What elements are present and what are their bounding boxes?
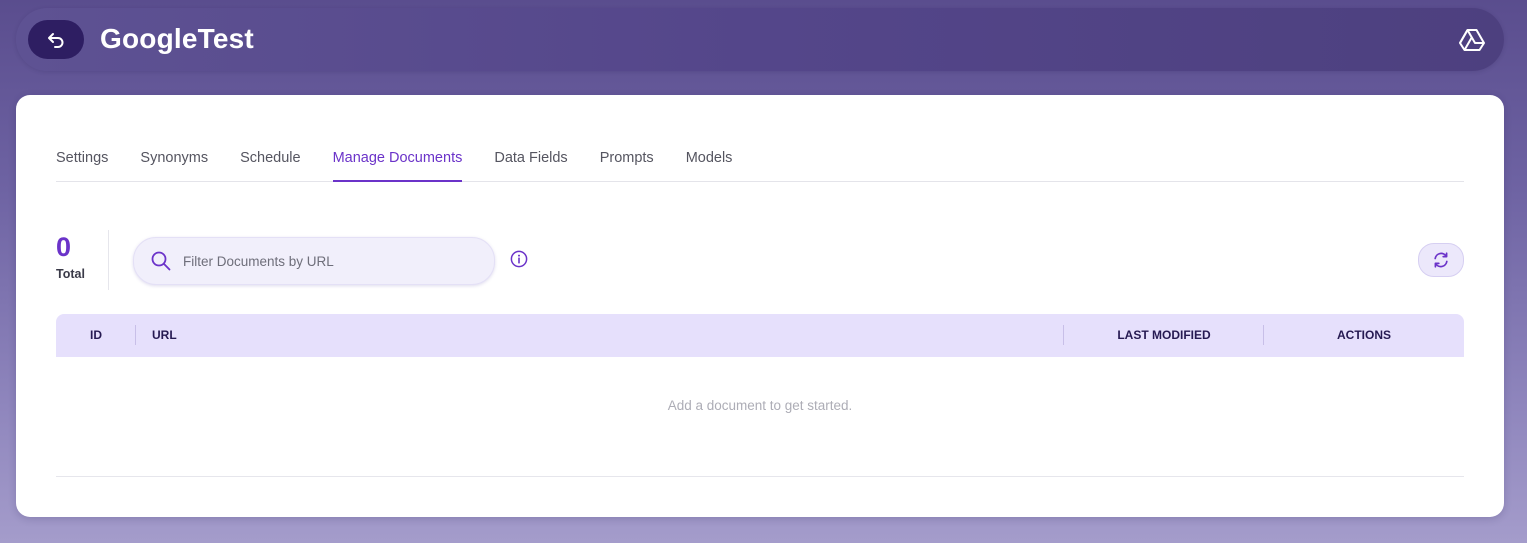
column-divider — [135, 325, 136, 345]
search-icon — [151, 251, 171, 271]
tab-data-fields[interactable]: Data Fields — [494, 139, 567, 180]
column-header-last-modified[interactable]: LAST MODIFIED — [1064, 314, 1264, 357]
tab-synonyms[interactable]: Synonyms — [140, 139, 208, 180]
total-label: Total — [56, 267, 85, 281]
total-count: 0 — [56, 232, 72, 262]
column-header-id[interactable]: ID — [90, 314, 102, 357]
info-icon[interactable] — [510, 250, 528, 268]
column-header-actions: ACTIONS — [1337, 328, 1391, 342]
tab-bar: Settings Synonyms Schedule Manage Docume… — [56, 139, 1464, 182]
google-drive-button[interactable] — [1458, 26, 1486, 54]
arrow-undo-icon — [48, 32, 64, 48]
search-box[interactable] — [133, 237, 495, 285]
table-bottom-divider — [56, 476, 1464, 477]
empty-table-message: Add a document to get started. — [667, 398, 853, 413]
refresh-button[interactable] — [1418, 243, 1464, 277]
column-header-url[interactable]: URL — [152, 314, 177, 357]
tab-manage-documents[interactable]: Manage Documents — [332, 139, 463, 182]
back-button[interactable] — [28, 20, 84, 59]
page-title: GoogleTest — [100, 23, 254, 54]
refresh-icon — [1434, 252, 1448, 268]
tab-schedule[interactable]: Schedule — [240, 139, 300, 180]
main-card: Settings Synonyms Schedule Manage Docume… — [16, 95, 1504, 517]
tab-models[interactable]: Models — [686, 139, 733, 180]
table-header: ID URL LAST MODIFIED ACTIONS — [56, 314, 1464, 357]
tab-prompts[interactable]: Prompts — [600, 139, 654, 180]
total-summary: 0 Total — [56, 230, 109, 290]
google-drive-icon — [1459, 29, 1485, 51]
tab-settings[interactable]: Settings — [56, 139, 108, 180]
app-header: GoogleTest — [16, 8, 1504, 71]
search-input[interactable] — [181, 252, 475, 270]
